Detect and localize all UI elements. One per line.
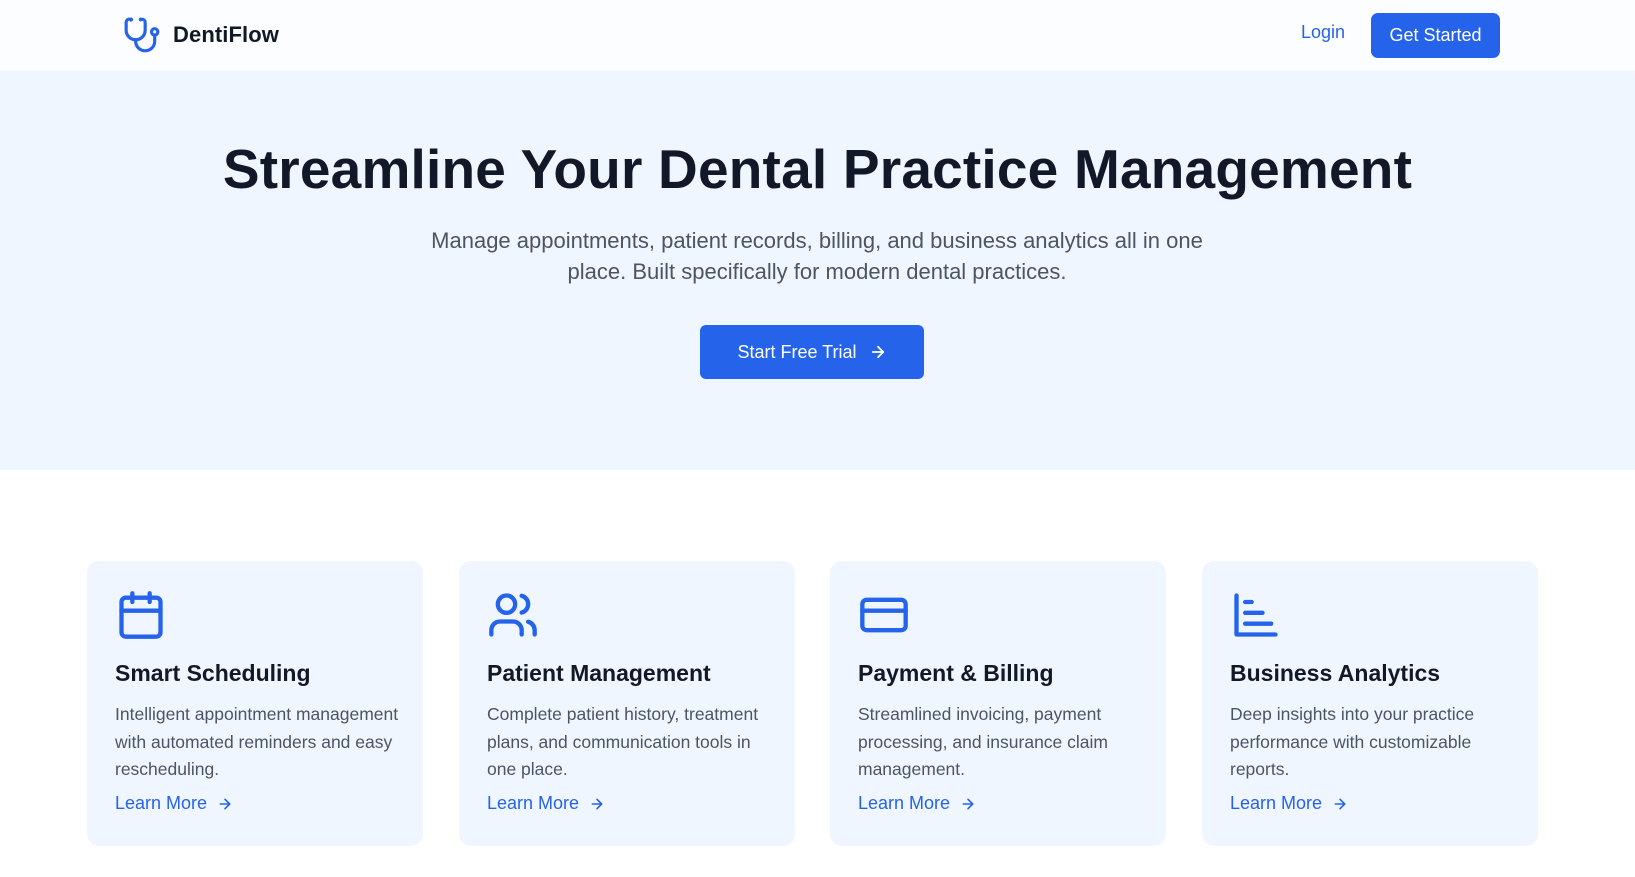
login-link[interactable]: Login — [1283, 22, 1363, 43]
credit-card-icon — [860, 597, 908, 633]
arrow-right-icon — [962, 798, 974, 809]
arrow-right-icon — [219, 798, 231, 809]
stethoscope-icon — [124, 17, 160, 53]
arrow-right-icon — [1334, 798, 1346, 809]
start-free-trial-label: Start Free Trial — [737, 341, 857, 362]
feature-title: Patient Management — [487, 660, 711, 686]
get-started-button[interactable]: Get Started — [1371, 13, 1500, 58]
feature-card-billing: Payment & Billing Streamlined invoicing,… — [830, 561, 1166, 846]
hero-section: Streamline Your Dental Practice Manageme… — [0, 71, 1635, 470]
arrow-right-icon — [591, 798, 603, 809]
learn-more-label: Learn More — [858, 793, 951, 813]
feature-description: Streamlined invoicing, payment processin… — [858, 704, 1108, 779]
hero-subtitle: Manage appointments, patient records, bi… — [431, 228, 1203, 284]
top-navbar: DentiFlow Login Get Started — [0, 0, 1635, 71]
calendar-icon — [119, 591, 163, 639]
feature-title: Payment & Billing — [858, 660, 1054, 686]
feature-title: Smart Scheduling — [115, 660, 311, 686]
users-icon — [489, 593, 537, 637]
learn-more-label: Learn More — [487, 793, 580, 813]
learn-more-link[interactable]: Learn More — [115, 793, 233, 814]
learn-more-label: Learn More — [1230, 793, 1323, 813]
feature-description: Complete patient history, treatment plan… — [487, 704, 759, 779]
learn-more-link[interactable]: Learn More — [1230, 793, 1348, 814]
brand-name: DentiFlow — [173, 22, 280, 47]
brand-logo[interactable]: DentiFlow — [123, 16, 279, 54]
bar-chart-icon — [1234, 593, 1278, 637]
feature-title: Business Analytics — [1230, 660, 1441, 686]
feature-card-scheduling: Smart Scheduling Intelligent appointment… — [87, 561, 423, 846]
feature-description: Intelligent appointment management with … — [115, 704, 399, 779]
learn-more-link[interactable]: Learn More — [858, 793, 976, 814]
learn-more-label: Learn More — [115, 793, 208, 813]
learn-more-link[interactable]: Learn More — [487, 793, 605, 814]
feature-card-analytics: Business Analytics Deep insights into yo… — [1202, 561, 1538, 846]
feature-card-patients: Patient Management Complete patient hist… — [459, 561, 795, 846]
hero-title: Streamline Your Dental Practice Manageme… — [222, 138, 1413, 200]
arrow-right-icon — [871, 345, 884, 359]
start-free-trial-button[interactable]: Start Free Trial — [700, 325, 924, 379]
feature-description: Deep insights into your practice perform… — [1230, 704, 1475, 779]
